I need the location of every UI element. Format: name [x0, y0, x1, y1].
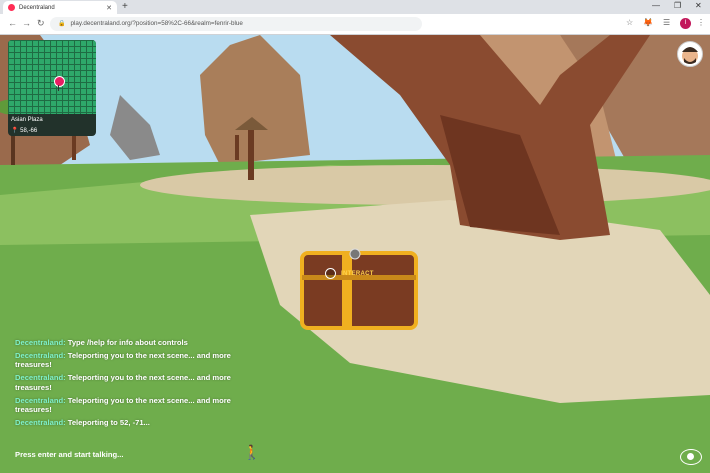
tab-decentraland[interactable]: Decentraland ✕ — [3, 1, 117, 14]
minimap-grid — [8, 40, 96, 114]
avatar-face-icon — [682, 47, 698, 64]
tab-bar: Decentraland ✕ + — ❐ ✕ — [0, 0, 710, 14]
decentraland-favicon-icon — [8, 4, 15, 11]
chat-sender: Decentraland: — [15, 373, 66, 383]
browser-profile-avatar[interactable]: I — [680, 18, 691, 29]
chat-sender: Decentraland: — [15, 395, 66, 405]
reload-icon[interactable]: ↻ — [37, 18, 45, 29]
address-bar: ← → ↻ 🔒 play.decentraland.org/?position=5… — [0, 14, 710, 35]
chat-message: Decentraland: Teleporting you to the nex… — [15, 373, 245, 392]
chat-sender: Decentraland: — [15, 350, 66, 360]
toggle-ui-eye-icon[interactable] — [680, 449, 702, 465]
chat-message: Decentraland: Teleporting you to the nex… — [15, 351, 245, 370]
minimap-place-name: Asian Plaza — [11, 117, 43, 123]
new-tab-button[interactable]: + — [122, 1, 128, 12]
chat-message: Decentraland: Teleporting you to the nex… — [15, 396, 245, 415]
chat-sender: Decentraland: — [15, 338, 66, 347]
chat-message: Decentraland: Type /help for info about … — [15, 338, 245, 348]
eye-pupil — [687, 453, 694, 460]
close-tab-icon[interactable]: ✕ — [106, 4, 112, 12]
chat-text: Type /help for info about controls — [65, 338, 188, 347]
back-icon[interactable]: ← — [8, 18, 17, 28]
minimap[interactable]: Asian Plaza 📍 58,-66 — [8, 40, 96, 136]
media-queue-icon[interactable]: ☰ — [663, 18, 670, 27]
maximize-icon[interactable]: ❐ — [674, 1, 681, 10]
minimize-icon[interactable]: — — [652, 1, 660, 10]
minimap-coords-text: 58,-66 — [20, 128, 38, 134]
tab-title: Decentraland — [19, 4, 55, 11]
pin-stem — [58, 85, 59, 91]
metamask-icon[interactable]: 🦊 — [643, 18, 653, 27]
chat-log: Decentraland: Type /help for info about … — [15, 338, 245, 431]
menu-dots-icon[interactable]: ⋮ — [697, 18, 705, 27]
bookmark-star-icon[interactable]: ☆ — [626, 18, 633, 27]
lock-icon: 🔒 — [58, 21, 66, 27]
chat-text: Teleporting to 52, -71... — [65, 417, 150, 427]
chat-input[interactable]: Press enter and start talking... — [15, 450, 123, 459]
chat-sender: Decentraland: — [15, 417, 66, 427]
close-window-icon[interactable]: ✕ — [695, 1, 702, 10]
minimap-coords: 📍 58,-66 — [11, 128, 38, 134]
chat-message: Decentraland: Teleporting to 52, -71... — [15, 418, 245, 428]
location-pin-icon — [54, 76, 65, 87]
forward-icon[interactable]: → — [22, 18, 31, 28]
user-profile-avatar-button[interactable] — [677, 41, 703, 67]
interact-cursor-icon — [325, 268, 336, 279]
interact-prompt: INTERACT — [341, 271, 374, 277]
url-field[interactable]: 🔒 play.decentraland.org/?position=58%2C-6… — [50, 17, 422, 31]
url-text: play.decentraland.org/?position=58%2C-66… — [70, 20, 243, 27]
walk-mode-icon[interactable]: 🚶 — [243, 444, 260, 461]
